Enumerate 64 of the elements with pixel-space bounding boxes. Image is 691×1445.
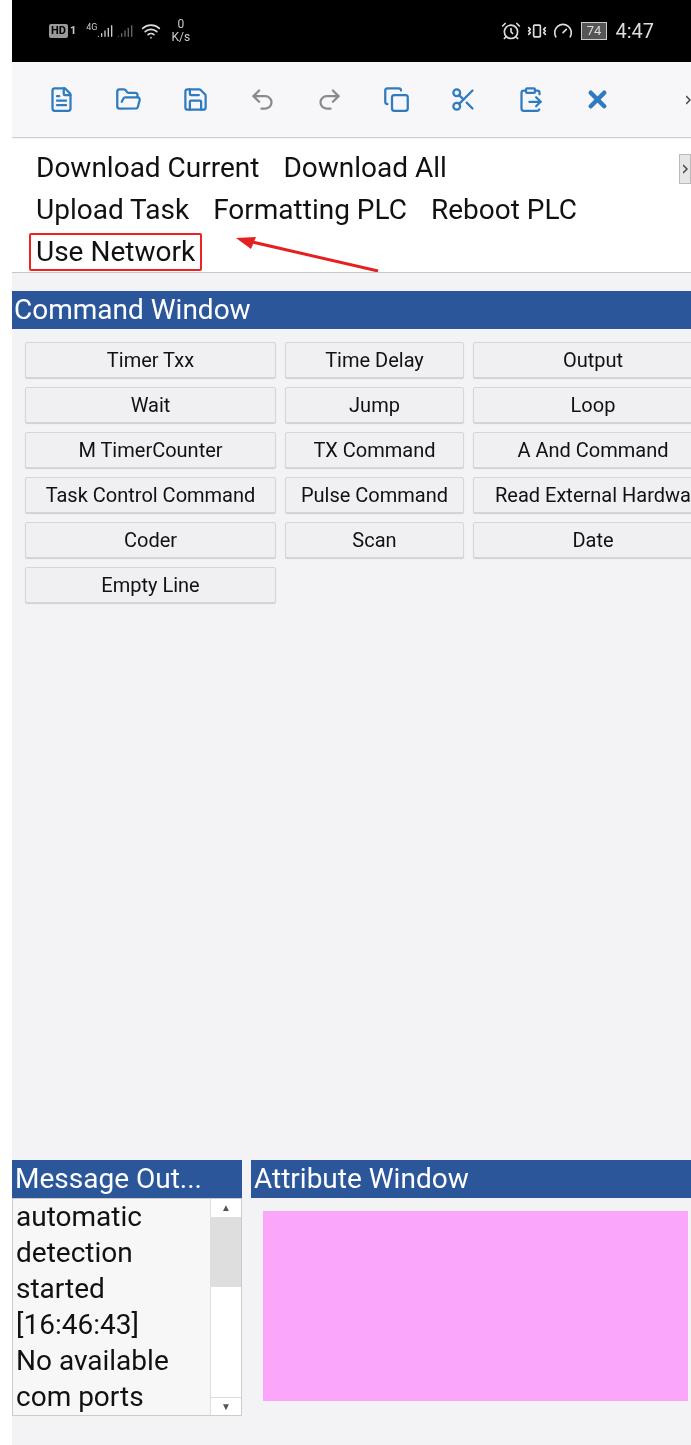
menu-item[interactable]: Upload Task — [36, 193, 190, 227]
toolbar-button[interactable] — [182, 86, 209, 113]
scissors-icon — [450, 86, 477, 113]
document-icon — [48, 86, 75, 113]
scroll-thumb[interactable] — [211, 1217, 241, 1287]
gauge-icon — [552, 21, 573, 41]
menu-item[interactable]: Formatting PLC — [213, 193, 407, 227]
signal-icon — [117, 23, 134, 39]
speed-unit: K/s — [171, 31, 191, 44]
menu-item[interactable]: Download Current — [36, 151, 260, 185]
scrollbar[interactable]: ▲ ▼ — [210, 1199, 241, 1415]
wifi-icon — [141, 21, 162, 41]
message-line: [16:46:43] — [16, 1307, 140, 1343]
message-line: automatic — [16, 1199, 143, 1235]
message-line: detection — [16, 1235, 134, 1271]
scroll-up-button[interactable]: ▲ — [211, 1199, 241, 1217]
chevron-icon[interactable] — [686, 94, 691, 105]
menu-item[interactable]: Download All — [283, 151, 447, 185]
command-button[interactable]: Wait — [25, 387, 276, 423]
command-button[interactable]: Pulse Command — [285, 477, 464, 513]
command-button[interactable]: Jump — [285, 387, 464, 423]
redo-icon — [316, 86, 343, 113]
scroll-right-button[interactable] — [679, 154, 691, 184]
message-line: No available — [16, 1343, 170, 1379]
battery-indicator: 74 — [580, 22, 608, 40]
folder-icon — [115, 86, 142, 113]
toolbar-button[interactable] — [450, 86, 477, 113]
clock: 4:47 — [615, 18, 654, 45]
command-button[interactable]: M TimerCounter — [25, 432, 276, 468]
menu-item[interactable]: Use Network — [29, 233, 203, 271]
chevron-icon — [682, 164, 688, 174]
message-line: com ports — [16, 1379, 145, 1415]
undo-icon — [249, 86, 276, 113]
toolbar-button[interactable] — [115, 86, 142, 113]
command-button[interactable]: Scan — [285, 522, 464, 558]
command-button[interactable]: A And Command — [473, 432, 691, 468]
toolbar-button[interactable] — [48, 86, 75, 113]
panel-title-bar: Attribute Window — [251, 1160, 691, 1198]
alarm-icon — [500, 21, 521, 41]
paste-icon — [517, 86, 544, 113]
speed-value: 0 — [177, 18, 185, 31]
hd-indicator: HD — [49, 24, 68, 38]
command-button[interactable]: Loop — [473, 387, 691, 423]
sim-indicator: 1 — [69, 22, 77, 39]
signal-icon — [97, 23, 114, 39]
vibrate-icon — [526, 21, 547, 41]
toolbar-button[interactable] — [517, 86, 544, 113]
copy-icon — [383, 86, 410, 113]
message-line: started — [16, 1271, 106, 1307]
command-button[interactable]: Date — [473, 522, 691, 558]
command-button[interactable]: Read External Hardwa — [473, 477, 691, 513]
command-button[interactable]: TX Command — [285, 432, 464, 468]
panel-title: Message Out... — [15, 1161, 202, 1197]
command-button[interactable]: Task Control Command — [25, 477, 276, 513]
command-button[interactable]: Output — [473, 342, 691, 378]
command-button[interactable]: Coder — [25, 522, 276, 558]
panel-title-bar: Command Window — [12, 291, 691, 329]
scroll-down-button[interactable]: ▼ — [211, 1397, 241, 1415]
command-button[interactable]: Time Delay — [285, 342, 464, 378]
menu-item[interactable]: Reboot PLC — [430, 193, 577, 227]
network-type: 4G — [86, 21, 98, 34]
command-button[interactable]: Empty Line — [25, 567, 276, 603]
command-button[interactable]: Timer Txx — [25, 342, 276, 378]
toolbar-button[interactable] — [383, 86, 410, 113]
